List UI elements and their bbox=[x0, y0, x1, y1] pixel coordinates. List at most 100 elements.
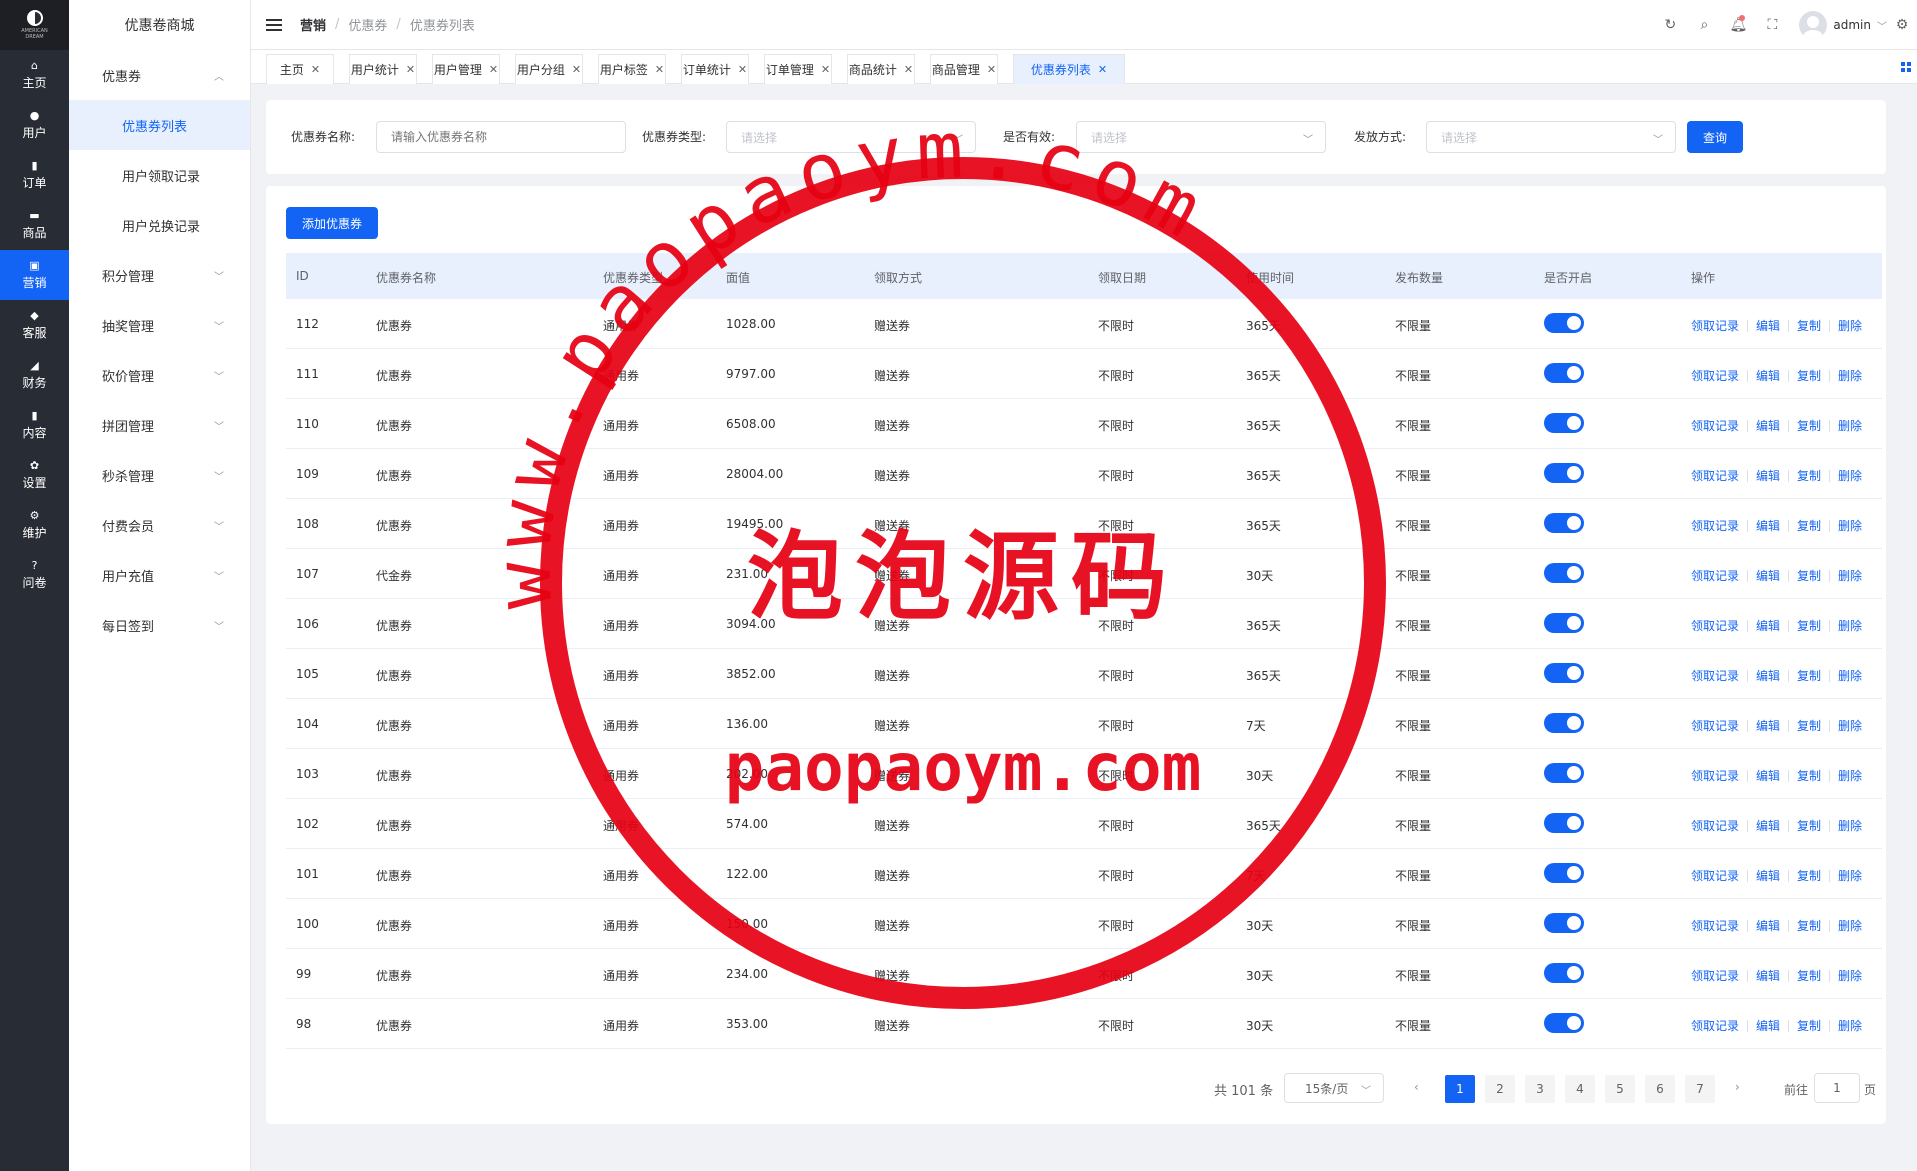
delete-link[interactable]: 删除 bbox=[1838, 717, 1862, 734]
tab-item[interactable]: 用户分组 ✕ bbox=[515, 54, 583, 84]
close-icon[interactable]: ✕ bbox=[904, 63, 913, 76]
close-icon[interactable]: ✕ bbox=[572, 63, 581, 76]
avatar[interactable] bbox=[1799, 11, 1828, 39]
menu-group-item[interactable]: 砍价管理 ﹀ bbox=[69, 350, 250, 400]
edit-link[interactable]: 编辑 bbox=[1756, 617, 1780, 634]
enable-toggle[interactable] bbox=[1544, 563, 1584, 583]
enable-toggle[interactable] bbox=[1544, 713, 1584, 733]
rail-item-question[interactable]: ? 问卷 bbox=[0, 550, 69, 600]
edit-link[interactable]: 编辑 bbox=[1756, 317, 1780, 334]
edit-link[interactable]: 编辑 bbox=[1756, 767, 1780, 784]
page-number[interactable]: 5 bbox=[1605, 1075, 1635, 1103]
search-icon[interactable]: ⌕ bbox=[1687, 17, 1721, 33]
records-link[interactable]: 领取记录 bbox=[1691, 317, 1739, 334]
submenu-item[interactable]: 用户兑换记录 bbox=[69, 200, 250, 250]
records-link[interactable]: 领取记录 bbox=[1691, 567, 1739, 584]
rail-item-settings[interactable]: ✿ 设置 bbox=[0, 450, 69, 500]
records-link[interactable]: 领取记录 bbox=[1691, 1017, 1739, 1034]
page-number[interactable]: 7 bbox=[1685, 1075, 1715, 1103]
page-number[interactable]: 2 bbox=[1485, 1075, 1515, 1103]
chevron-down-icon[interactable]: ﹀ bbox=[1877, 18, 1887, 33]
delete-link[interactable]: 删除 bbox=[1838, 317, 1862, 334]
tab-item[interactable]: 用户统计 ✕ bbox=[349, 54, 417, 84]
delete-link[interactable]: 删除 bbox=[1838, 817, 1862, 834]
menu-group-item[interactable]: 积分管理 ﹀ bbox=[69, 250, 250, 300]
menu-coupon[interactable]: 优惠券 ︿ bbox=[69, 50, 250, 100]
copy-link[interactable]: 复制 bbox=[1797, 367, 1821, 384]
tab-item[interactable]: 订单统计 ✕ bbox=[681, 54, 749, 84]
rail-item-service[interactable]: ◆ 客服 bbox=[0, 300, 69, 350]
enable-toggle[interactable] bbox=[1544, 463, 1584, 483]
enable-toggle[interactable] bbox=[1544, 363, 1584, 383]
menu-group-item[interactable]: 付费会员 ﹀ bbox=[69, 500, 250, 550]
close-icon[interactable]: ✕ bbox=[1098, 63, 1107, 76]
copy-link[interactable]: 复制 bbox=[1797, 767, 1821, 784]
close-icon[interactable]: ✕ bbox=[311, 63, 320, 76]
copy-link[interactable]: 复制 bbox=[1797, 717, 1821, 734]
add-coupon-button[interactable]: 添加优惠券 bbox=[286, 207, 378, 239]
page-number[interactable]: 1 bbox=[1445, 1075, 1475, 1103]
rail-item-finance[interactable]: ◢ 财务 bbox=[0, 350, 69, 400]
user-name[interactable]: admin bbox=[1833, 18, 1871, 32]
enable-toggle[interactable] bbox=[1544, 413, 1584, 433]
menu-group-item[interactable]: 每日签到 ﹀ bbox=[69, 600, 250, 650]
records-link[interactable]: 领取记录 bbox=[1691, 667, 1739, 684]
breadcrumb-item[interactable]: 优惠券 bbox=[348, 15, 387, 34]
tab-item[interactable]: 商品统计 ✕ bbox=[847, 54, 915, 84]
fullscreen-icon[interactable]: ⛶ bbox=[1755, 17, 1789, 33]
delete-link[interactable]: 删除 bbox=[1838, 917, 1862, 934]
page-number[interactable]: 3 bbox=[1525, 1075, 1555, 1103]
records-link[interactable]: 领取记录 bbox=[1691, 367, 1739, 384]
enable-toggle[interactable] bbox=[1544, 763, 1584, 783]
coupon-name-input[interactable] bbox=[376, 121, 626, 153]
copy-link[interactable]: 复制 bbox=[1797, 667, 1821, 684]
tab-item[interactable]: 用户管理 ✕ bbox=[432, 54, 500, 84]
copy-link[interactable]: 复制 bbox=[1797, 467, 1821, 484]
tab-item[interactable]: 商品管理 ✕ bbox=[930, 54, 998, 84]
gear-icon[interactable]: ⚙ bbox=[1887, 17, 1917, 33]
grid-icon[interactable] bbox=[1901, 62, 1911, 72]
valid-select[interactable]: 请选择 ﹀ bbox=[1076, 121, 1326, 153]
edit-link[interactable]: 编辑 bbox=[1756, 517, 1780, 534]
copy-link[interactable]: 复制 bbox=[1797, 1017, 1821, 1034]
copy-link[interactable]: 复制 bbox=[1797, 417, 1821, 434]
copy-link[interactable]: 复制 bbox=[1797, 567, 1821, 584]
query-button[interactable]: 查询 bbox=[1687, 121, 1743, 153]
menu-group-item[interactable]: 秒杀管理 ﹀ bbox=[69, 450, 250, 500]
rail-item-order[interactable]: ▮ 订单 bbox=[0, 150, 69, 200]
close-icon[interactable]: ✕ bbox=[738, 63, 747, 76]
delete-link[interactable]: 删除 bbox=[1838, 867, 1862, 884]
enable-toggle[interactable] bbox=[1544, 813, 1584, 833]
rail-item-goods[interactable]: ▬ 商品 bbox=[0, 200, 69, 250]
delete-link[interactable]: 删除 bbox=[1838, 617, 1862, 634]
tab-item[interactable]: 用户标签 ✕ bbox=[598, 54, 666, 84]
edit-link[interactable]: 编辑 bbox=[1756, 667, 1780, 684]
records-link[interactable]: 领取记录 bbox=[1691, 617, 1739, 634]
copy-link[interactable]: 复制 bbox=[1797, 517, 1821, 534]
edit-link[interactable]: 编辑 bbox=[1756, 567, 1780, 584]
copy-link[interactable]: 复制 bbox=[1797, 917, 1821, 934]
records-link[interactable]: 领取记录 bbox=[1691, 767, 1739, 784]
menu-group-item[interactable]: 用户充值 ﹀ bbox=[69, 550, 250, 600]
submenu-item[interactable]: 用户领取记录 bbox=[69, 150, 250, 200]
enable-toggle[interactable] bbox=[1544, 863, 1584, 883]
enable-toggle[interactable] bbox=[1544, 963, 1584, 983]
copy-link[interactable]: 复制 bbox=[1797, 617, 1821, 634]
enable-toggle[interactable] bbox=[1544, 663, 1584, 683]
tab-item[interactable]: 优惠券列表 ✕ bbox=[1013, 54, 1125, 84]
page-number[interactable]: 6 bbox=[1645, 1075, 1675, 1103]
copy-link[interactable]: 复制 bbox=[1797, 967, 1821, 984]
delete-link[interactable]: 删除 bbox=[1838, 1017, 1862, 1034]
rail-item-home[interactable]: ⌂ 主页 bbox=[0, 50, 69, 100]
edit-link[interactable]: 编辑 bbox=[1756, 367, 1780, 384]
method-select[interactable]: 请选择 ﹀ bbox=[1426, 121, 1676, 153]
delete-link[interactable]: 删除 bbox=[1838, 767, 1862, 784]
delete-link[interactable]: 删除 bbox=[1838, 417, 1862, 434]
edit-link[interactable]: 编辑 bbox=[1756, 417, 1780, 434]
enable-toggle[interactable] bbox=[1544, 313, 1584, 333]
delete-link[interactable]: 删除 bbox=[1838, 667, 1862, 684]
edit-link[interactable]: 编辑 bbox=[1756, 817, 1780, 834]
copy-link[interactable]: 复制 bbox=[1797, 817, 1821, 834]
menu-toggle-icon[interactable] bbox=[266, 18, 282, 31]
delete-link[interactable]: 删除 bbox=[1838, 967, 1862, 984]
